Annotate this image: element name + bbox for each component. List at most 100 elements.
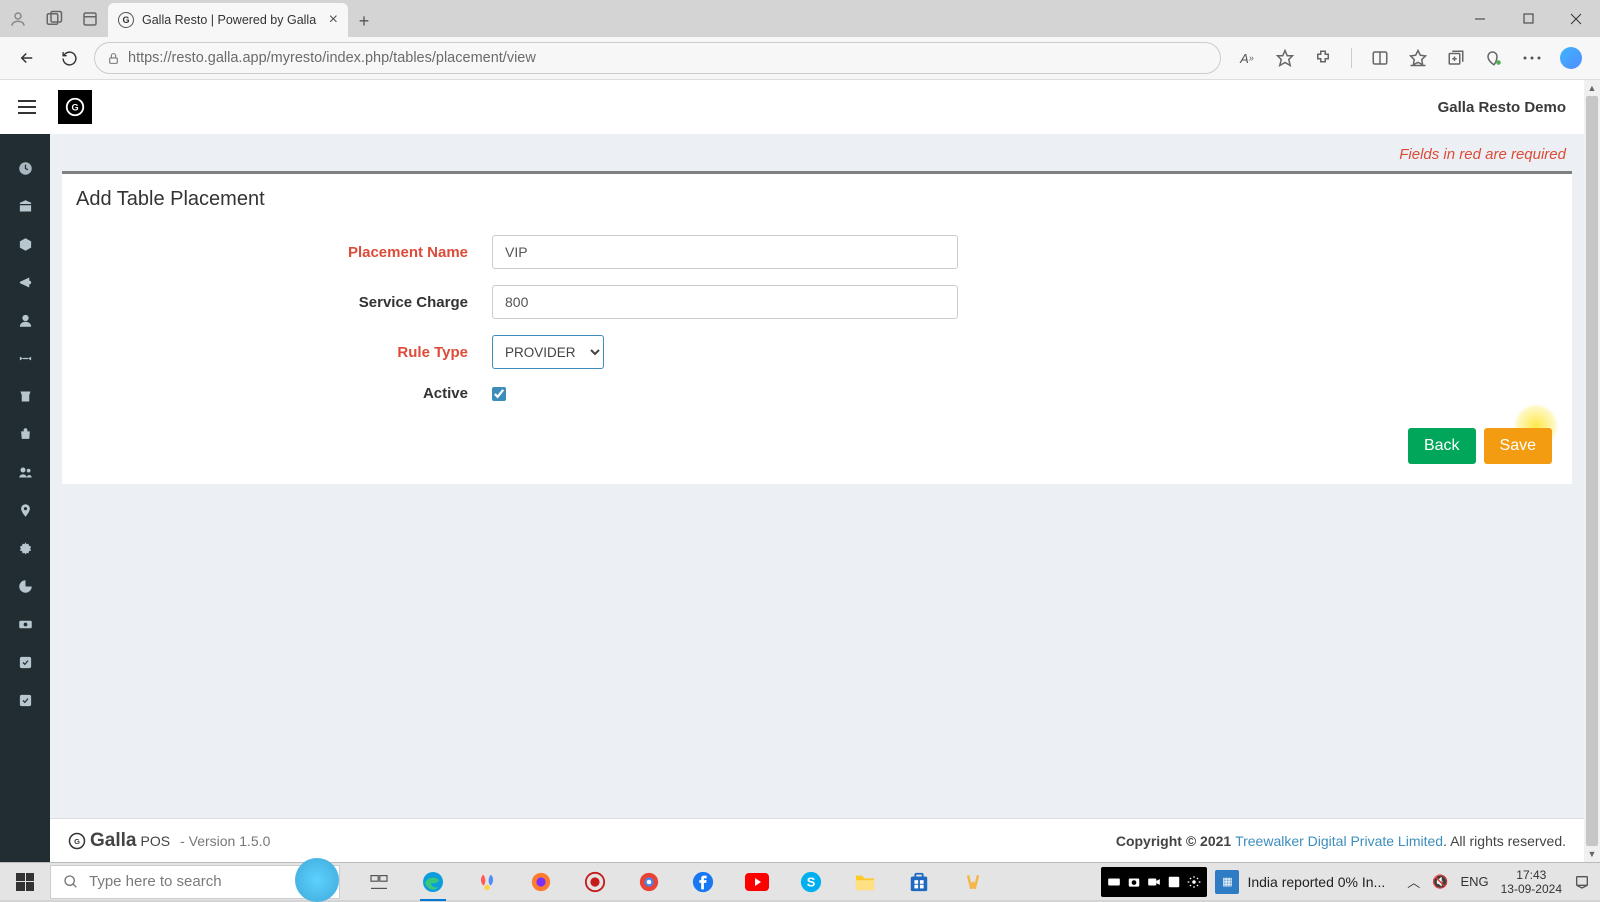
refresh-button[interactable] — [52, 41, 86, 75]
video-icon — [1147, 875, 1161, 889]
sidebar-item-settings[interactable] — [0, 538, 50, 558]
sidebar-item-products[interactable] — [0, 234, 50, 254]
star-icon[interactable] — [1275, 48, 1295, 68]
keyboard-icon — [1107, 875, 1121, 889]
taskbar-skype-icon[interactable]: S — [798, 869, 824, 895]
favorites-icon[interactable] — [1408, 48, 1428, 68]
scroll-thumb[interactable] — [1586, 96, 1598, 846]
taskbar-search-placeholder: Type here to search — [89, 873, 222, 890]
sidebar-item-check2[interactable] — [0, 690, 50, 710]
page-title: Add Table Placement — [62, 188, 1572, 235]
footer-version-label: Version — [189, 833, 236, 849]
footer-version: 1.5.0 — [239, 833, 270, 849]
browser-tab[interactable]: G Galla Resto | Powered by Galla × — [108, 3, 348, 37]
scroll-down-icon[interactable]: ▼ — [1584, 846, 1600, 862]
main-content: Fields in red are required Add Table Pla… — [50, 80, 1584, 862]
taskbar-facebook-icon[interactable] — [690, 869, 716, 895]
close-window-button[interactable] — [1552, 0, 1600, 37]
svg-text:G: G — [74, 837, 80, 846]
taskbar-copilot-icon[interactable] — [474, 869, 500, 895]
rule-type-select[interactable]: PROVIDER — [492, 335, 604, 369]
placement-name-input[interactable] — [492, 235, 958, 269]
camera-icon — [1127, 875, 1141, 889]
app-footer: G Galla POS - Version 1.5.0 Copyright © … — [50, 818, 1584, 862]
sidebar-item-customers[interactable] — [0, 462, 50, 482]
url-text: https://resto.galla.app/myresto/index.ph… — [128, 50, 536, 66]
sidebar-item-categories[interactable] — [0, 196, 50, 216]
profile-icon[interactable] — [8, 9, 28, 29]
taskbar-firefox-icon[interactable] — [528, 869, 554, 895]
scrollbar[interactable]: ▲ ▼ — [1584, 80, 1600, 862]
sidebar-item-reports[interactable] — [0, 576, 50, 596]
tray-volume-icon[interactable]: 🔇 — [1432, 874, 1448, 890]
form-card: Add Table Placement Placement Name Servi… — [62, 171, 1572, 484]
scroll-up-icon[interactable]: ▲ — [1584, 80, 1600, 96]
sidebar-item-announce[interactable] — [0, 272, 50, 292]
tray-recording-controls[interactable] — [1101, 867, 1207, 897]
service-charge-input[interactable] — [492, 285, 958, 319]
sidebar-item-payments[interactable] — [0, 614, 50, 634]
taskbar-store-icon[interactable] — [906, 869, 932, 895]
back-button-form[interactable]: Back — [1408, 428, 1476, 464]
label-service-charge: Service Charge — [62, 294, 492, 311]
sidebar-item-store[interactable] — [0, 386, 50, 406]
menu-toggle-button[interactable] — [18, 100, 36, 114]
windows-taskbar: Type here to search S ▦ India reported 0… — [0, 862, 1600, 900]
app-logo[interactable]: G — [58, 90, 92, 124]
tray-notifications-icon[interactable] — [1574, 874, 1590, 890]
taskbar-youtube-icon[interactable] — [744, 869, 770, 895]
footer-company-link[interactable]: Treewalker Digital Private Limited — [1235, 833, 1443, 849]
start-button[interactable] — [0, 863, 50, 900]
tray-news-text[interactable]: India reported 0% In... — [1247, 874, 1385, 890]
read-aloud-icon[interactable]: A» — [1237, 48, 1257, 68]
taskbar-app-icon[interactable] — [960, 869, 986, 895]
tray-lang[interactable]: ENG — [1460, 874, 1488, 889]
sidebar-item-orders[interactable] — [0, 424, 50, 444]
taskbar-record-icon[interactable] — [582, 869, 608, 895]
taskbar-search[interactable]: Type here to search — [50, 865, 340, 899]
tray-clock[interactable]: 17:43 13-09-2024 — [1501, 868, 1562, 896]
tray-news-icon[interactable]: ▦ — [1215, 870, 1239, 894]
footer-brand-suffix: POS — [140, 833, 170, 849]
minimize-button[interactable] — [1456, 0, 1504, 37]
more-icon[interactable] — [1522, 48, 1542, 68]
active-checkbox[interactable] — [492, 387, 506, 401]
window-controls — [1456, 0, 1600, 37]
footer-copyright-post: . All rights reserved. — [1443, 833, 1566, 849]
footer-brand: Galla — [90, 830, 136, 852]
tray-chevron-icon[interactable]: ︿ — [1407, 872, 1420, 891]
sidebar-item-location[interactable] — [0, 500, 50, 520]
new-tab-button[interactable]: + — [348, 5, 380, 37]
maximize-button[interactable] — [1504, 0, 1552, 37]
extensions-icon[interactable] — [1313, 48, 1333, 68]
url-input[interactable]: https://resto.galla.app/myresto/index.ph… — [94, 42, 1221, 74]
taskbar-edge-icon[interactable] — [420, 869, 446, 895]
back-button[interactable] — [10, 41, 44, 75]
copilot-icon[interactable] — [1560, 47, 1582, 69]
sidebar-item-partners[interactable] — [0, 348, 50, 368]
cortana-icon[interactable] — [295, 858, 339, 902]
browser-address-bar: https://resto.galla.app/myresto/index.ph… — [0, 37, 1600, 80]
close-tab-icon[interactable]: × — [329, 11, 338, 29]
task-view-icon[interactable] — [366, 869, 392, 895]
save-button[interactable]: Save — [1484, 428, 1552, 464]
app-viewport: G Galla Resto Demo Fields in red are req… — [0, 80, 1600, 862]
label-active: Active — [62, 385, 492, 402]
sidebar-item-users[interactable] — [0, 310, 50, 330]
sidebar-item-check1[interactable] — [0, 652, 50, 672]
tab-favicon-icon: G — [118, 12, 134, 28]
taskbar-chrome-icon[interactable] — [636, 869, 662, 895]
svg-text:S: S — [807, 874, 816, 889]
search-icon — [63, 874, 79, 890]
split-screen-icon[interactable] — [1370, 48, 1390, 68]
taskbar-explorer-icon[interactable] — [852, 869, 878, 895]
sidebar-item-dashboard[interactable] — [0, 158, 50, 178]
form-actions: Back Save — [62, 418, 1572, 464]
browser-essentials-icon[interactable] — [1484, 48, 1504, 68]
tab-actions-icon[interactable] — [80, 9, 100, 29]
workspaces-icon[interactable] — [44, 9, 64, 29]
window-icon — [1167, 875, 1181, 889]
tab-title: Galla Resto | Powered by Galla — [142, 13, 316, 27]
browser-tab-strip: G Galla Resto | Powered by Galla × + — [0, 0, 1600, 37]
collections-icon[interactable] — [1446, 48, 1466, 68]
